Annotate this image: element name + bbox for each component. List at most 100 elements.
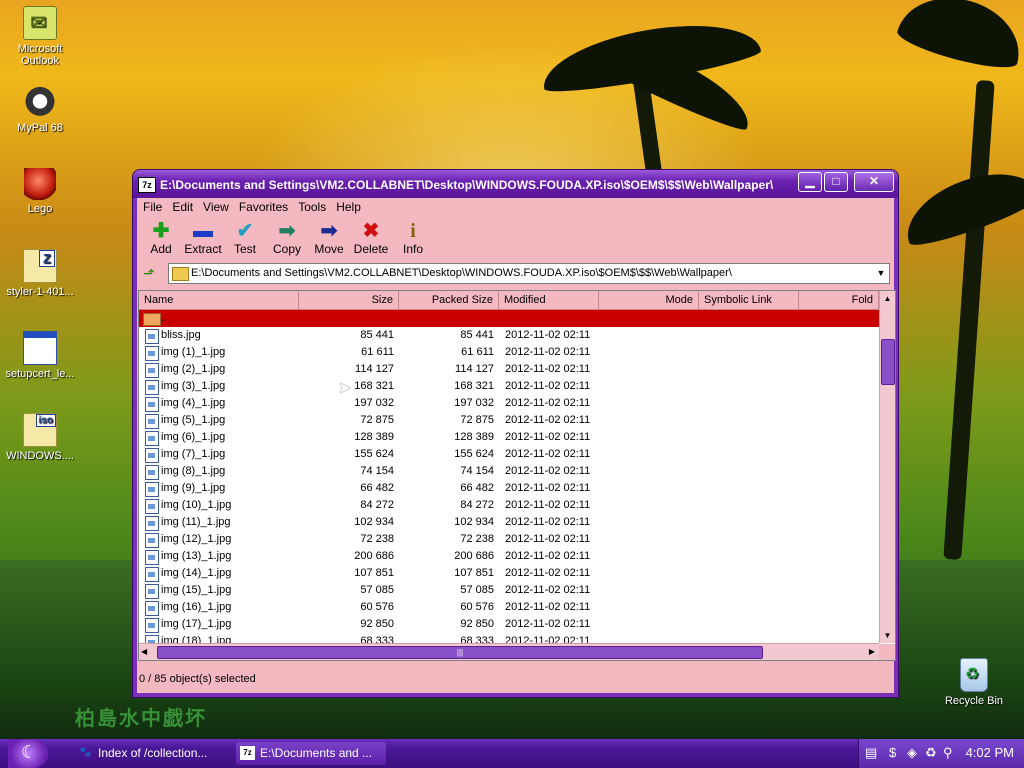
column-header-symbolic-link[interactable]: Symbolic Link — [699, 291, 799, 309]
scroll-right-icon[interactable]: ▶ — [869, 644, 875, 660]
list-item[interactable]: img (7)_1.jpg 155 624 155 624 2012-11-02 02… — [139, 446, 879, 463]
system-tray: ▤ $ ◈ ♻ ⚲ 4:02 PM — [858, 739, 1024, 768]
extract-button[interactable]: ▬ Extract — [182, 216, 224, 262]
address-input[interactable]: E:\Documents and Settings\VM2.COLLABNET\… — [168, 263, 890, 284]
menu-view[interactable]: View — [198, 200, 234, 214]
security-icon[interactable]: $ — [889, 745, 896, 760]
chevron-down-icon[interactable]: ▼ — [873, 264, 889, 283]
info-icon: i — [410, 220, 416, 242]
column-header-mode[interactable]: Mode — [599, 291, 699, 309]
desktop-icon-windows-iso[interactable]: WINDOWS.... — [0, 413, 80, 462]
horizontal-scrollbar[interactable]: ◀ ||| ▶ — [139, 643, 879, 660]
file-size: 200 686 — [354, 550, 394, 562]
list-item[interactable]: img (16)_1.jpg 60 576 60 576 2012-11-02 02:… — [139, 599, 879, 616]
taskbar: 🐾 Index of /collection... 7z E:\Document… — [0, 739, 1024, 768]
column-header-modified[interactable]: Modified — [499, 291, 599, 309]
file-size: 107 851 — [354, 567, 394, 579]
status-bar: 0 / 85 object(s) selected — [139, 673, 256, 685]
file-size: 114 127 — [355, 363, 394, 375]
up-folder-icon[interactable]: ⬏ — [139, 264, 159, 282]
scroll-left-icon[interactable]: ◀ — [141, 644, 147, 660]
keyboard-icon[interactable]: ▤ — [865, 745, 877, 761]
image-file-icon — [145, 329, 159, 344]
file-name: img (3)_1.jpg — [161, 380, 226, 392]
list-item[interactable]: img (14)_1.jpg 107 851 107 851 2012-11-02 0… — [139, 565, 879, 582]
file-packed-size: 61 611 — [461, 346, 494, 358]
desktop-icon-mypal[interactable]: MyPal 68 — [0, 87, 80, 134]
search-icon[interactable]: ⚲ — [943, 745, 953, 761]
scroll-up-icon[interactable]: ▲ — [880, 291, 895, 306]
file-modified: 2012-11-02 02:11 — [505, 329, 591, 341]
clock[interactable]: 4:02 PM — [966, 745, 1014, 760]
move-button[interactable]: ➡ Move — [308, 216, 350, 262]
file-name: img (10)_1.jpg — [161, 499, 232, 511]
menu-favorites[interactable]: Favorites — [234, 200, 293, 214]
file-name: img (15)_1.jpg — [161, 584, 232, 596]
list-item[interactable]: bliss.jpg 85 441 85 441 2012-11-02 02:11 — [139, 327, 879, 344]
add-button[interactable]: ✚ Add — [140, 216, 182, 262]
menu-help[interactable]: Help — [331, 200, 366, 214]
file-size: 155 624 — [354, 448, 394, 460]
column-header-folders[interactable]: Fold — [799, 291, 879, 309]
list-item[interactable]: img (11)_1.jpg 102 934 102 934 2012-11-02 0… — [139, 514, 879, 531]
horizontal-scroll-thumb[interactable]: ||| — [157, 646, 763, 659]
list-item[interactable]: img (13)_1.jpg 200 686 200 686 2012-11-02 0… — [139, 548, 879, 565]
scroll-down-icon[interactable]: ▼ — [880, 628, 895, 643]
image-file-icon — [145, 618, 159, 633]
extract-icon: ▬ — [193, 220, 213, 242]
menu-tools[interactable]: Tools — [293, 200, 331, 214]
list-item[interactable]: img (2)_1.jpg 114 127 114 127 2012-11-02 02… — [139, 361, 879, 378]
recycle-bin-icon — [960, 658, 988, 692]
desktop-icon-lego[interactable]: Lego — [0, 168, 80, 215]
menu-edit[interactable]: Edit — [167, 200, 198, 214]
file-packed-size: 84 272 — [460, 499, 494, 511]
taskbar-item-browser[interactable]: 🐾 Index of /collection... — [74, 742, 224, 765]
column-header-packed-size[interactable]: Packed Size — [399, 291, 499, 309]
test-button[interactable]: ✔ Test — [224, 216, 266, 262]
shield-icon[interactable]: ◈ — [907, 745, 917, 761]
file-list[interactable]: Name Size Packed Size Modified Mode Symb… — [138, 290, 896, 661]
menu-file[interactable]: File — [138, 200, 167, 214]
file-name: img (16)_1.jpg — [161, 601, 232, 613]
list-item[interactable]: img (5)_1.jpg 72 875 72 875 2012-11-02 02:1… — [139, 412, 879, 429]
column-header-size[interactable]: Size — [299, 291, 399, 309]
desktop-icon-styler[interactable]: styler-1-401... — [0, 249, 80, 298]
close-button[interactable]: ✕ — [854, 172, 894, 192]
file-name: img (1)_1.jpg — [161, 346, 226, 358]
image-file-icon — [145, 550, 159, 565]
list-item[interactable]: img (3)_1.jpg 168 321 168 321 2012-11-02 02… — [139, 378, 879, 395]
minimize-button[interactable]: ▁ — [798, 172, 822, 192]
list-item[interactable]: img (12)_1.jpg 72 238 72 238 2012-11-02 02:… — [139, 531, 879, 548]
list-item[interactable]: img (17)_1.jpg 92 850 92 850 2012-11-02 02:… — [139, 616, 879, 633]
list-item[interactable]: img (15)_1.jpg 57 085 57 085 2012-11-02 02:… — [139, 582, 879, 599]
folder-icon — [172, 267, 189, 281]
list-item[interactable]: img (4)_1.jpg 197 032 197 032 2012-11-02 02… — [139, 395, 879, 412]
image-file-icon — [145, 363, 159, 378]
network-icon[interactable]: ♻ — [925, 745, 937, 761]
list-item[interactable]: img (1)_1.jpg 61 611 61 611 2012-11-02 02:1… — [139, 344, 879, 361]
list-item[interactable]: img (8)_1.jpg 74 154 74 154 2012-11-02 02:1… — [139, 463, 879, 480]
desktop-icon-recycle-bin[interactable]: Recycle Bin — [934, 658, 1014, 707]
list-item[interactable]: img (9)_1.jpg 66 482 66 482 2012-11-02 02:1… — [139, 480, 879, 497]
maximize-button[interactable]: □ — [824, 172, 848, 192]
list-item[interactable]: img (6)_1.jpg 128 389 128 389 2012-11-02 02… — [139, 429, 879, 446]
column-headers: Name Size Packed Size Modified Mode Symb… — [139, 291, 879, 310]
toolbar: ✚ Add ▬ Extract ✔ Test ➡ Copy ➡ Move ✖ D… — [137, 216, 894, 262]
list-item[interactable]: img (10)_1.jpg 84 272 84 272 2012-11-02 02:… — [139, 497, 879, 514]
7zip-app-icon[interactable]: 7z — [138, 177, 156, 193]
desktop-icon-setupcert[interactable]: setupcert_le... — [0, 331, 80, 380]
toolbar-label: Add — [150, 242, 172, 256]
desktop-icon-outlook[interactable]: Microsoft Outlook — [0, 6, 80, 67]
copy-button[interactable]: ➡ Copy — [266, 216, 308, 262]
delete-button[interactable]: ✖ Delete — [350, 216, 392, 262]
start-button[interactable] — [8, 739, 48, 768]
file-modified: 2012-11-02 02:11 — [505, 499, 591, 511]
list-item-parent[interactable]: .. — [139, 310, 879, 327]
taskbar-item-7zip[interactable]: 7z E:\Documents and ... — [236, 742, 386, 765]
menu-bar: File Edit View Favorites Tools Help — [137, 198, 894, 216]
vertical-scroll-thumb[interactable] — [881, 339, 895, 385]
info-button[interactable]: i Info — [392, 216, 434, 262]
title-bar[interactable]: 7z E:\Documents and Settings\VM2.COLLABN… — [133, 170, 898, 198]
column-header-name[interactable]: Name — [139, 291, 299, 309]
vertical-scrollbar[interactable]: ▲ ▼ — [879, 291, 895, 643]
